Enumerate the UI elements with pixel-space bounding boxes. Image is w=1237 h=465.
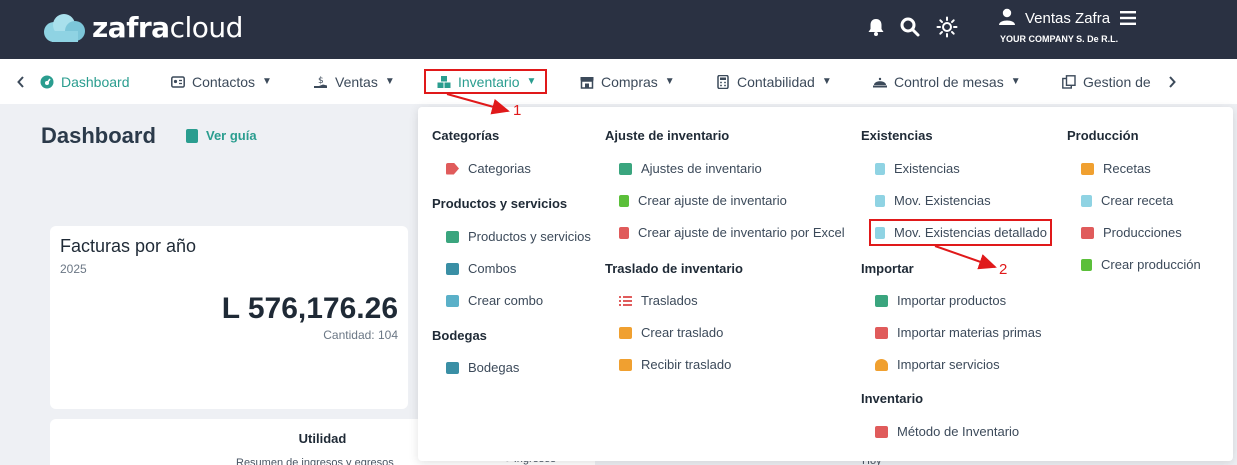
annotation-arrows: [446, 93, 997, 270]
annotation-number-1: 1: [513, 102, 522, 119]
annotation-number-2: 2: [999, 261, 1008, 278]
